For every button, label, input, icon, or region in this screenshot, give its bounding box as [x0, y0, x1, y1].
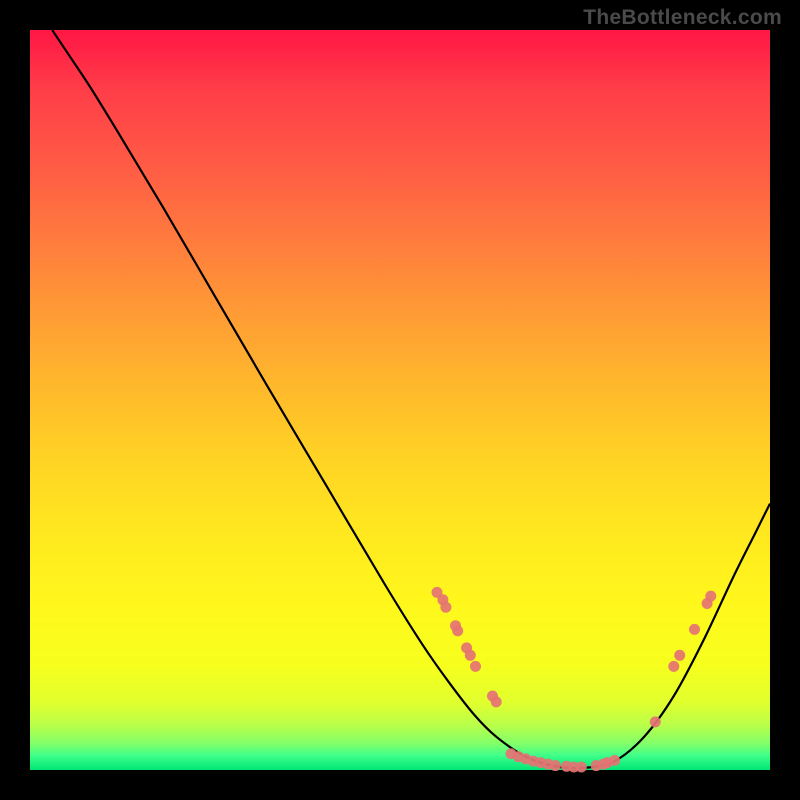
data-point — [609, 755, 620, 766]
data-point — [689, 624, 700, 635]
data-point — [650, 716, 661, 727]
chart-svg — [30, 30, 770, 770]
data-point — [674, 650, 685, 661]
data-point — [491, 696, 502, 707]
watermark-text: TheBottleneck.com — [583, 6, 782, 30]
data-point — [550, 760, 561, 771]
data-points-group — [432, 587, 717, 773]
data-point — [470, 661, 481, 672]
data-point — [465, 650, 476, 661]
bottleneck-curve — [52, 30, 770, 768]
data-point — [452, 625, 463, 636]
data-point — [668, 661, 679, 672]
data-point — [440, 602, 451, 613]
data-point — [705, 591, 716, 602]
chart-plot-area — [30, 30, 770, 770]
data-point — [576, 762, 587, 773]
